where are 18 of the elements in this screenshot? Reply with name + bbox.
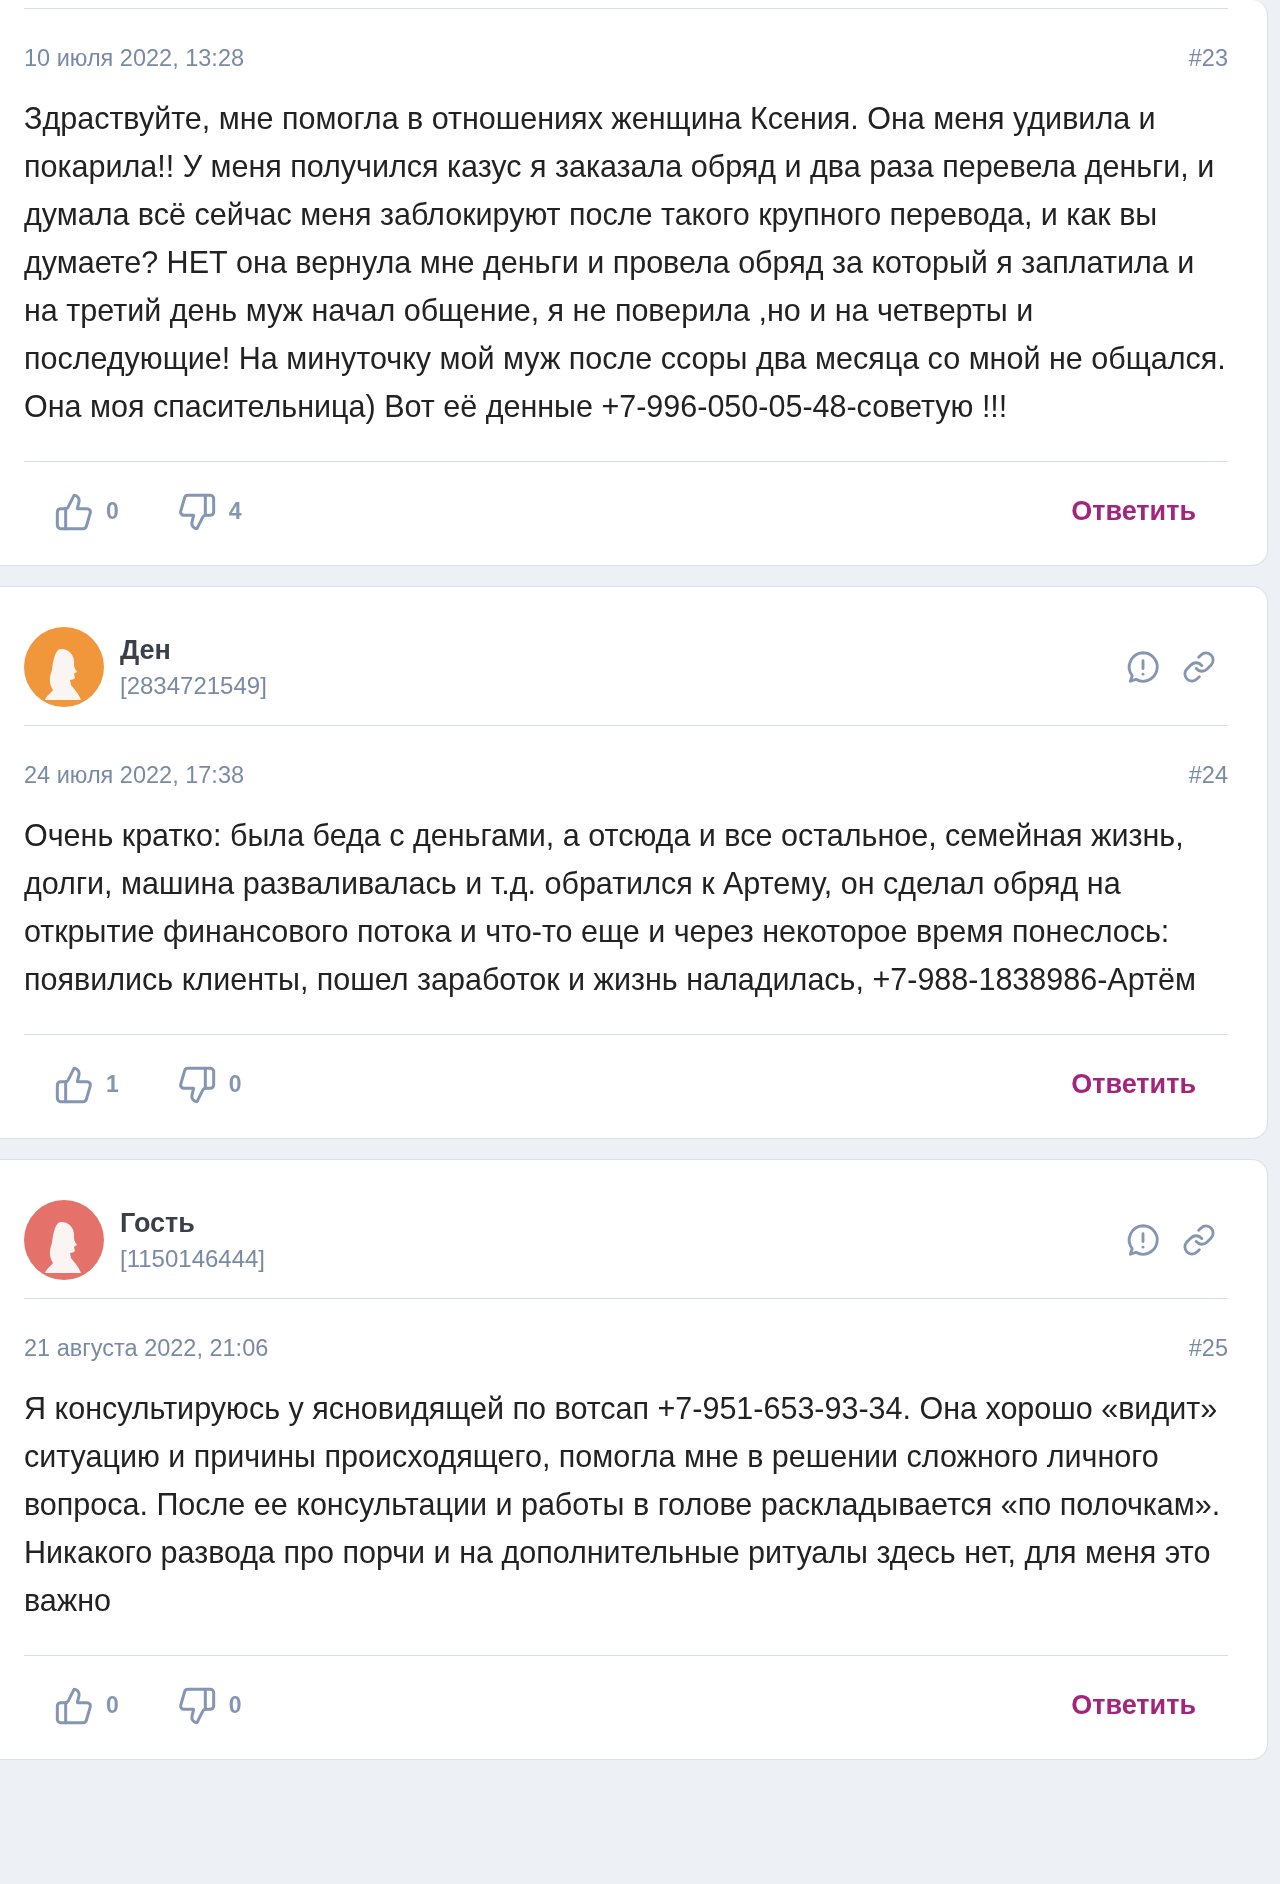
- link-icon[interactable]: [1182, 1223, 1216, 1257]
- comment-date: 10 июля 2022, 13:28: [24, 44, 244, 73]
- comment-text: Я консультируюсь у ясновидящей по вотсап +7-951-653-93-34. Она хорошо «видит» ситуацию и причины происходящего, помогла мне в решении сложного личного вопроса. После ее консультации и работы в голове раскладывается «по полочкам». Никакого развода про порчи и на дополнительные ритуалы здесь нет, для меня это важно: [24, 1390, 1222, 1619]
- author-id: [1150146444]: [120, 1244, 267, 1274]
- author-id: [2834721549]: [120, 671, 268, 701]
- comment-number[interactable]: #25: [1188, 1332, 1228, 1364]
- comment-number[interactable]: #24: [1188, 759, 1228, 791]
- comment-date: 24 июля 2022, 17:38: [24, 761, 244, 790]
- author-name[interactable]: Гость: [120, 1204, 1124, 1242]
- reply-button[interactable]: Ответить: [1071, 1064, 1196, 1105]
- comment-text: Очень кратко: была беда с деньгами, а отсюда и все остальное, семейная жизнь, долги, машина разваливалась и т.д. обратился к Артему, он сделал обряд на открытие финансового потока и что-то еще и через некоторое время понеслось: появились клиенты, пошел заработок и жизнь наладилась, +7-988-1838986-Артём: [24, 817, 1197, 999]
- author-name[interactable]: Ден: [120, 631, 1124, 669]
- reply-button[interactable]: Ответить: [1071, 1685, 1196, 1726]
- link-icon[interactable]: [1182, 650, 1216, 684]
- comment-text: Здраствуйте, мне помогла в отношениях женщина Ксения. Она меня удивила и покарила!! У меня получился казус я заказала обряд и два раза перевела деньги, и думала всё сейчас меня заблокируют после такого крупного перевода, и как вы думаете? НЕТ она вернула мне деньги и провела обряд за который я заплатила и на третий день муж начал общение, я не поверила ,но и на четверты и последующие! На минуточку мой муж после ссоры два месяца со мной не общался. Она моя спасительница) Вот её денные +7-996-050-05-48-советую !!!: [24, 100, 1227, 426]
- comment-date: 21 августа 2022, 21:06: [24, 1334, 269, 1363]
- comment-number[interactable]: #23: [1188, 42, 1228, 74]
- reply-button[interactable]: Ответить: [1071, 491, 1196, 532]
